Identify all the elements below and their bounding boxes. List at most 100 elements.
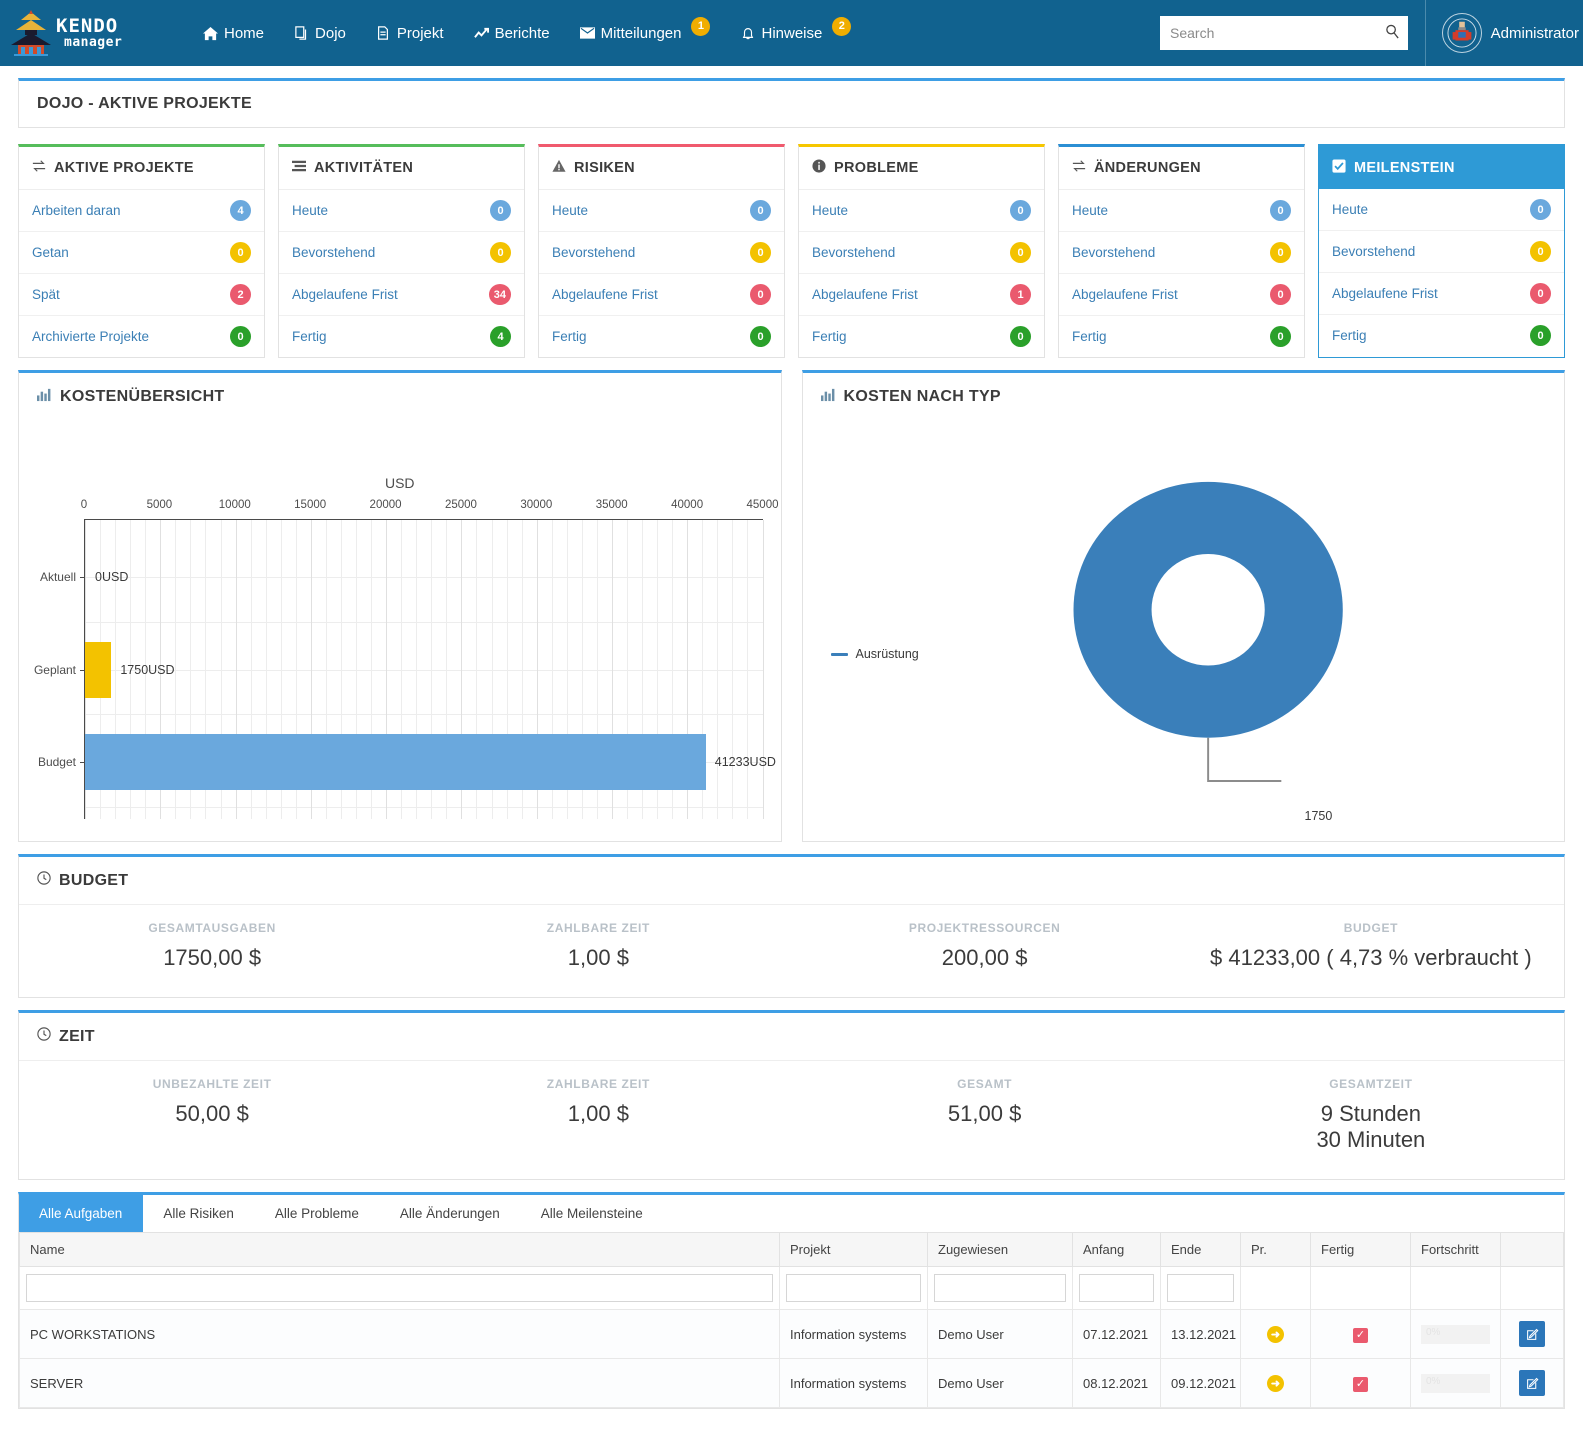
edit-icon[interactable]: [1519, 1370, 1545, 1396]
card-row[interactable]: Fertig 0: [539, 316, 784, 357]
card-title: RISIKEN: [574, 160, 635, 176]
column-header-anfang[interactable]: Anfang: [1072, 1233, 1161, 1267]
search-input[interactable]: [1170, 25, 1385, 41]
cell-fortschritt: 0%: [1410, 1358, 1501, 1408]
filter-input-ende[interactable]: [1167, 1274, 1234, 1302]
x-tick-label: 0: [80, 499, 88, 511]
card-row-label[interactable]: Bevorstehend: [292, 245, 375, 260]
card-row-value: 0: [750, 284, 771, 305]
card-row[interactable]: Arbeiten daran 4: [19, 190, 264, 232]
card-row[interactable]: Heute 0: [1319, 189, 1564, 231]
column-header-fortschritt[interactable]: Fortschritt: [1410, 1233, 1501, 1267]
nav-badge-hinweise: 2: [832, 16, 852, 36]
clock-icon: [37, 871, 51, 890]
brand-logo[interactable]: KENDO manager: [8, 9, 190, 57]
cell-projekt: Information systems: [779, 1309, 928, 1359]
card-row-label[interactable]: Getan: [32, 245, 69, 260]
table-row[interactable]: SERVER Information systems Demo User 08.…: [19, 1358, 1564, 1408]
card-row[interactable]: Fertig 0: [799, 316, 1044, 357]
card-row-label[interactable]: Heute: [552, 203, 588, 218]
card-row[interactable]: Bevorstehend 0: [1319, 231, 1564, 273]
card-row-label[interactable]: Spät: [32, 287, 60, 302]
card-row-label[interactable]: Bevorstehend: [812, 245, 895, 260]
card-row[interactable]: Fertig 4: [279, 316, 524, 357]
card-row-label[interactable]: Abgelaufene Frist: [292, 287, 398, 302]
tab-alle-probleme[interactable]: Alle Probleme: [255, 1195, 380, 1232]
nav-item-berichte[interactable]: Berichte: [461, 17, 563, 50]
page-title-panel: DOJO - AKTIVE PROJEKTE: [18, 78, 1565, 128]
column-header-fertig[interactable]: Fertig: [1310, 1233, 1411, 1267]
card-row-label[interactable]: Heute: [812, 203, 848, 218]
filter-input-anfang[interactable]: [1079, 1274, 1154, 1302]
card-row[interactable]: Abgelaufene Frist 0: [1319, 273, 1564, 315]
card-row-label[interactable]: Abgelaufene Frist: [812, 287, 918, 302]
kpi-label: GESAMT: [957, 1077, 1013, 1091]
filter-input-name[interactable]: [26, 1274, 773, 1302]
search-icon[interactable]: [1385, 24, 1400, 42]
cell-ende: 13.12.2021: [1160, 1309, 1241, 1359]
card-row[interactable]: Heute 0: [279, 190, 524, 232]
nav-item-dojo[interactable]: Dojo: [281, 17, 359, 50]
column-header-zugewiesen[interactable]: Zugewiesen: [927, 1233, 1073, 1267]
card-row-label[interactable]: Archivierte Projekte: [32, 329, 149, 344]
tab-alle-meilensteine[interactable]: Alle Meilensteine: [521, 1195, 664, 1232]
user-avatar-icon: [1441, 13, 1482, 53]
card-row-label[interactable]: Abgelaufene Frist: [552, 287, 658, 302]
card-row-label[interactable]: Arbeiten daran: [32, 203, 121, 218]
filter-cell-zugewiesen: [927, 1266, 1073, 1310]
card-row-label[interactable]: Heute: [292, 203, 328, 218]
card-row[interactable]: Heute 0: [799, 190, 1044, 232]
search-box[interactable]: [1160, 16, 1408, 50]
card-row[interactable]: Abgelaufene Frist 1: [799, 274, 1044, 316]
card-row[interactable]: Getan 0: [19, 232, 264, 274]
column-header-pr[interactable]: Pr.: [1240, 1233, 1311, 1267]
card-row[interactable]: Abgelaufene Frist 0: [539, 274, 784, 316]
card-row-label[interactable]: Fertig: [1072, 329, 1107, 344]
card-row-label[interactable]: Heute: [1072, 203, 1108, 218]
kpi-gesamtzeit: GESAMTZEIT 9 Stunden 30 Minuten: [1178, 1077, 1564, 1153]
nav-label-dojo: Dojo: [315, 24, 346, 42]
table-row[interactable]: PC WORKSTATIONS Information systems Demo…: [19, 1309, 1564, 1359]
donut-legend[interactable]: Ausrüstung: [830, 647, 919, 661]
card-row-label[interactable]: Fertig: [1332, 328, 1367, 343]
card-row-label[interactable]: Abgelaufene Frist: [1072, 287, 1178, 302]
nav-item-projekt[interactable]: Projekt: [363, 17, 457, 50]
card-row-label[interactable]: Abgelaufene Frist: [1332, 286, 1438, 301]
card-row[interactable]: Bevorstehend 0: [279, 232, 524, 274]
filter-input-projekt[interactable]: [786, 1274, 921, 1302]
card-row[interactable]: Fertig 0: [1319, 315, 1564, 356]
card-row-label[interactable]: Bevorstehend: [552, 245, 635, 260]
nav-item-mitteilungen[interactable]: Mitteilungen 1: [567, 16, 724, 51]
tab-alle-risiken[interactable]: Alle Risiken: [143, 1195, 255, 1232]
card-row[interactable]: Spät 2: [19, 274, 264, 316]
column-header-name[interactable]: Name: [19, 1233, 780, 1267]
card-row[interactable]: Bevorstehend 0: [799, 232, 1044, 274]
column-header-projekt[interactable]: Projekt: [779, 1233, 928, 1267]
filter-input-zugewiesen[interactable]: [934, 1274, 1066, 1302]
user-menu[interactable]: Administrator: [1424, 0, 1583, 66]
copy-icon: [294, 26, 309, 41]
card-row[interactable]: Bevorstehend 0: [539, 232, 784, 274]
card-row[interactable]: Fertig 0: [1059, 316, 1304, 357]
card-row-label[interactable]: Bevorstehend: [1072, 245, 1155, 260]
tab-alle-aufgaben[interactable]: Alle Aufgaben: [19, 1195, 144, 1232]
card-row[interactable]: Heute 0: [539, 190, 784, 232]
tab-alle-aenderungen[interactable]: Alle Änderungen: [380, 1195, 521, 1232]
nav-label-mitteilungen: Mitteilungen: [600, 24, 682, 42]
card-row[interactable]: Heute 0: [1059, 190, 1304, 232]
card-row[interactable]: Archivierte Projekte 0: [19, 316, 264, 357]
card-row[interactable]: Abgelaufene Frist 34: [279, 274, 524, 316]
card-row[interactable]: Bevorstehend 0: [1059, 232, 1304, 274]
nav-item-home[interactable]: Home: [190, 17, 277, 50]
edit-icon[interactable]: [1519, 1321, 1545, 1347]
kpi-label: ZAHLBARE ZEIT: [546, 921, 650, 935]
card-row-label[interactable]: Fertig: [292, 329, 327, 344]
card-row-label[interactable]: Fertig: [812, 329, 847, 344]
card-row[interactable]: Abgelaufene Frist 0: [1059, 274, 1304, 316]
card-row-label[interactable]: Bevorstehend: [1332, 244, 1415, 259]
card-row-label[interactable]: Heute: [1332, 202, 1368, 217]
card-row-value: 0: [1270, 200, 1291, 221]
card-row-label[interactable]: Fertig: [552, 329, 587, 344]
column-header-ende[interactable]: Ende: [1160, 1233, 1241, 1267]
nav-item-hinweise[interactable]: Hinweise 2: [727, 16, 864, 51]
